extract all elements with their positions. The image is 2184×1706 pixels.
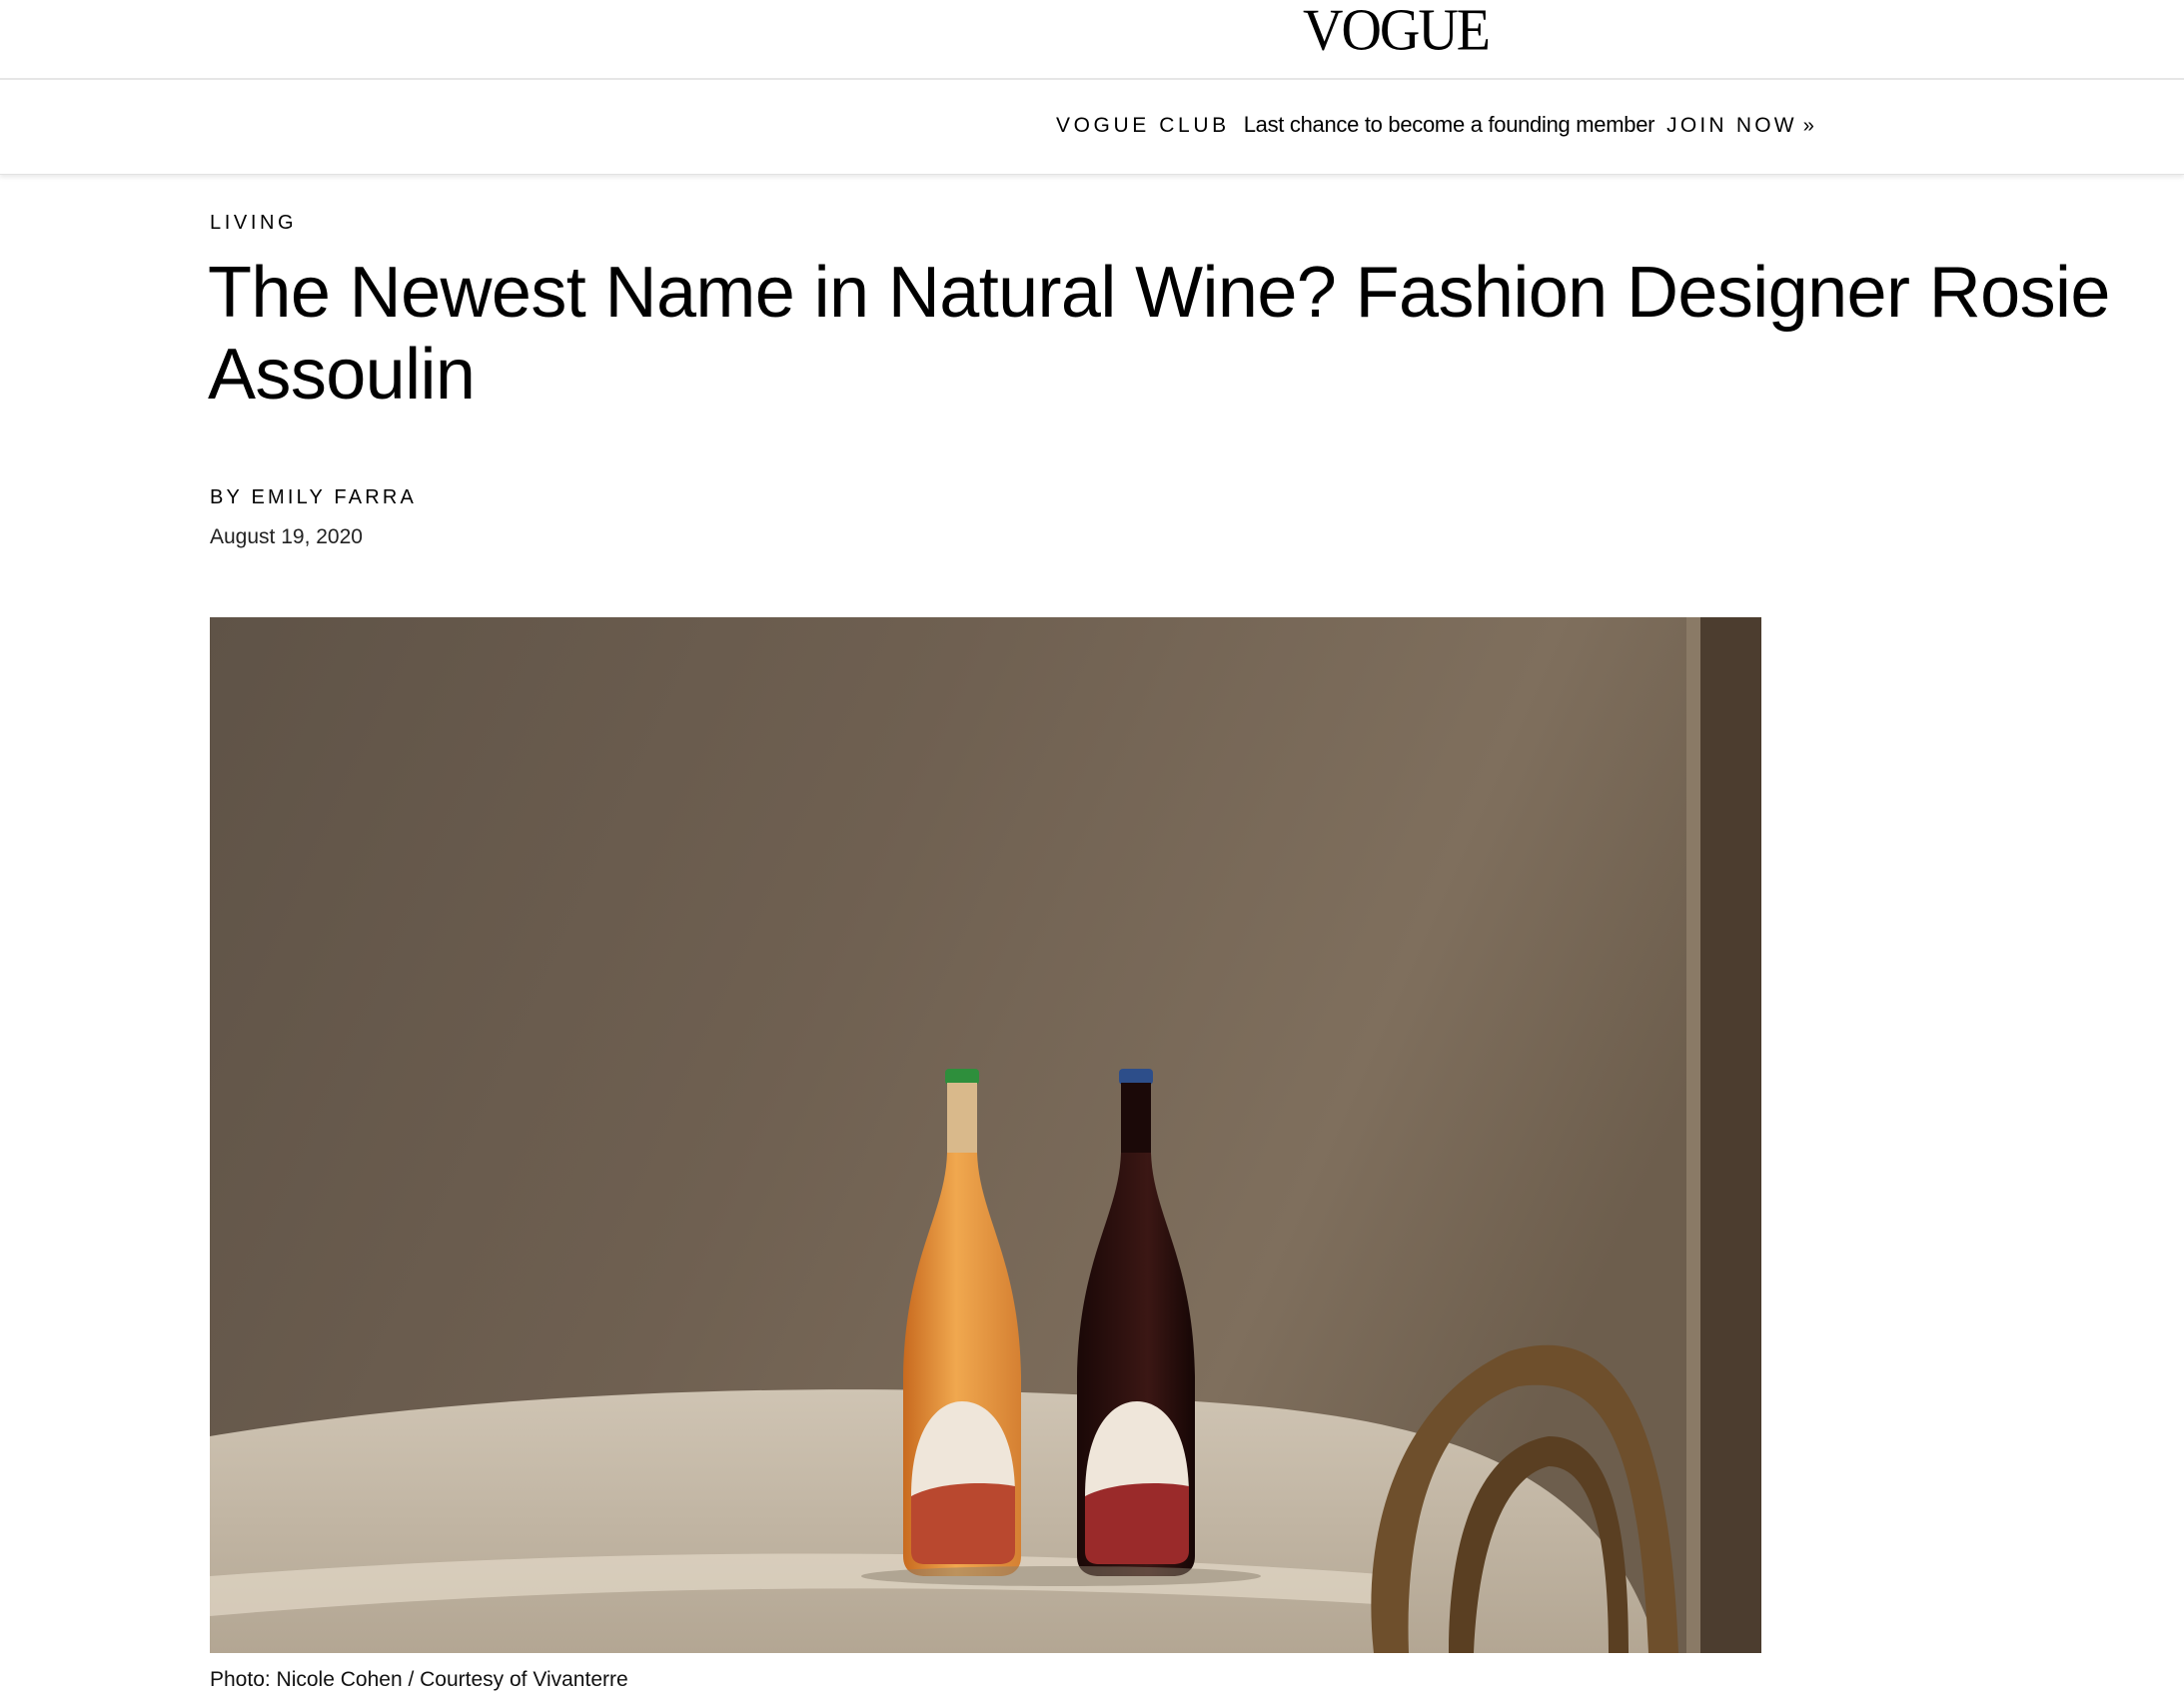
promo-club-label: VOGUE CLUB bbox=[1056, 114, 1230, 137]
vogue-logo[interactable]: VOGUE bbox=[1303, 0, 1491, 61]
publish-date: August 19, 2020 bbox=[210, 525, 363, 548]
promo-bar: VOGUE CLUB Last chance to become a found… bbox=[0, 80, 2184, 175]
lead-photo bbox=[210, 617, 1761, 1653]
photo-caption: Photo: Nicole Cohen / Courtesy of Vivant… bbox=[210, 1668, 628, 1691]
byline: BY EMILY FARRA bbox=[210, 486, 417, 509]
wine-bottles-image bbox=[210, 617, 1761, 1653]
promo-content: VOGUE CLUB Last chance to become a found… bbox=[1056, 112, 1814, 138]
join-now-link[interactable]: JOIN NOW bbox=[1666, 114, 1797, 138]
rubric-link[interactable]: LIVING bbox=[210, 212, 297, 235]
promo-message: Last chance to become a founding member bbox=[1243, 112, 1655, 137]
byline-prefix: BY bbox=[210, 486, 243, 508]
author-link[interactable]: EMILY FARRA bbox=[251, 486, 417, 508]
site-header: VOGUE bbox=[0, 0, 2184, 80]
chevron-right-icon[interactable]: » bbox=[1803, 115, 1814, 138]
article-headline: The Newest Name in Natural Wine? Fashion… bbox=[208, 253, 2110, 415]
